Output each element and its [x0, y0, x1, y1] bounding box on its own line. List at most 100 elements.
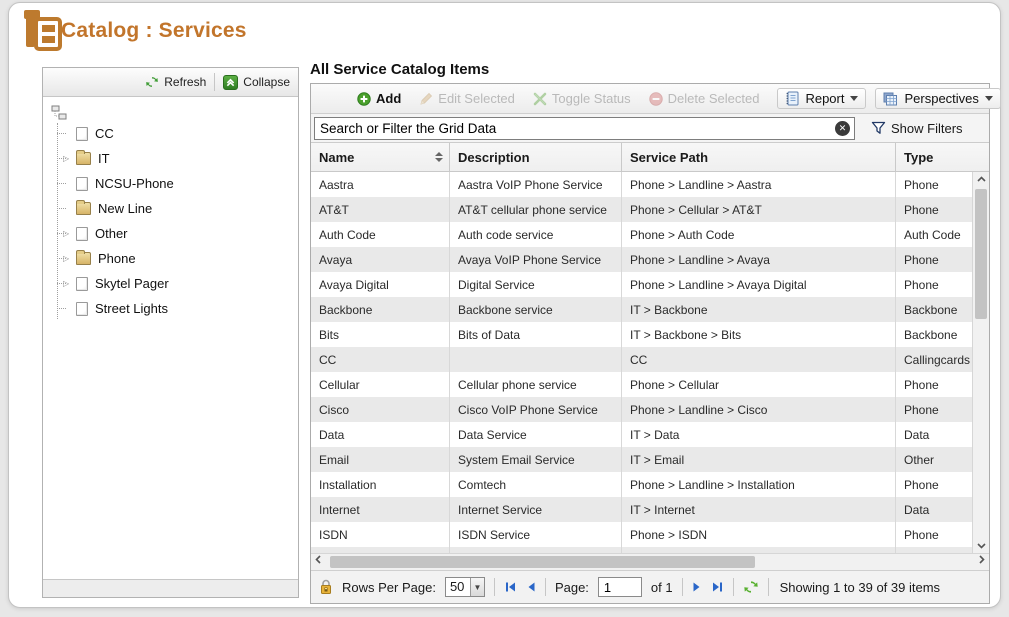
- cell-name: Cellular: [311, 372, 450, 397]
- clear-search-icon[interactable]: ✕: [835, 121, 850, 136]
- showing-items-label: Showing 1 to 39 of 39 items: [780, 580, 940, 595]
- cell-service-path: IT > Backbone: [622, 297, 896, 322]
- cell-type: Phone: [896, 522, 972, 547]
- report-icon: [785, 91, 799, 106]
- tree-item[interactable]: IT: [63, 146, 296, 171]
- add-icon: [357, 92, 371, 106]
- report-dropdown-button[interactable]: Report: [777, 88, 866, 109]
- column-header-description[interactable]: Description: [450, 143, 622, 171]
- edit-selected-label: Edit Selected: [438, 91, 515, 106]
- grid-header-row: Name Description Service Path Type: [311, 143, 989, 172]
- expander-icon[interactable]: [63, 230, 76, 238]
- search-row: ✕ Show Filters: [311, 114, 989, 143]
- tree-root-icon[interactable]: [51, 105, 67, 121]
- page-number-input[interactable]: [598, 577, 642, 597]
- next-page-button[interactable]: [692, 581, 702, 593]
- cell-name: Auth Code: [311, 222, 450, 247]
- table-row[interactable]: Installation Comtech Phone > Landline > …: [311, 472, 972, 497]
- cell-type: Phone: [896, 272, 972, 297]
- tree-item[interactable]: Phone: [63, 246, 296, 271]
- tree-node-icon: [76, 127, 88, 141]
- cell-service-path: IT > Data: [622, 422, 896, 447]
- refresh-icon: [145, 75, 159, 89]
- cell-name: Aastra: [311, 172, 450, 197]
- toggle-status-icon: [533, 92, 547, 106]
- tree-node-icon: [76, 277, 88, 291]
- expander-icon[interactable]: [63, 155, 76, 163]
- cell-description: Internet Service: [450, 497, 622, 522]
- delete-selected-button[interactable]: Delete Selected: [649, 91, 760, 106]
- cell-name: Cisco: [311, 397, 450, 422]
- toolbar-divider: [214, 73, 215, 91]
- scroll-right-icon[interactable]: [979, 555, 985, 564]
- tree-item[interactable]: New Line: [63, 196, 296, 221]
- tree-item[interactable]: Other: [63, 221, 296, 246]
- grid-rows-list: Aastra Aastra VoIP Phone Service Phone >…: [311, 172, 972, 553]
- tree-body: CC IT NCSU-Phone New Line Other Phone Sk…: [43, 97, 298, 579]
- cell-service-path: Phone > Landline > Cisco: [622, 397, 896, 422]
- grid-container: Add Edit Selected: [310, 83, 990, 604]
- tree-item[interactable]: CC: [63, 121, 296, 146]
- cell-service-path: Phone > Landline > Aastra: [622, 172, 896, 197]
- last-page-button[interactable]: [711, 581, 724, 593]
- table-row[interactable]: ISDN ISDN Service Phone > ISDN Phone: [311, 522, 972, 547]
- table-row[interactable]: Data Data Service IT > Data Data: [311, 422, 972, 447]
- column-header-description-label: Description: [458, 150, 530, 165]
- table-row[interactable]: Bits Bits of Data IT > Backbone > Bits B…: [311, 322, 972, 347]
- column-header-name[interactable]: Name: [311, 143, 450, 171]
- table-row[interactable]: AT&T AT&T cellular phone service Phone >…: [311, 197, 972, 222]
- horizontal-scrollbar[interactable]: [311, 553, 989, 570]
- horizontal-scrollbar-thumb[interactable]: [330, 556, 755, 568]
- grid-title: All Service Catalog Items: [310, 61, 489, 78]
- table-row[interactable]: Email System Email Service IT > Email Ot…: [311, 447, 972, 472]
- cell-name: CC: [311, 347, 450, 372]
- refresh-grid-button[interactable]: [743, 579, 759, 595]
- add-button[interactable]: Add: [357, 91, 401, 106]
- pagination-footer: Rows Per Page: 50 ▼ Page: of 1: [311, 570, 989, 603]
- tree-item[interactable]: NCSU-Phone: [63, 171, 296, 196]
- tree-item[interactable]: Street Lights: [63, 296, 296, 321]
- perspectives-dropdown-button[interactable]: Perspectives: [875, 88, 1000, 109]
- cell-type: Auth Code: [896, 222, 972, 247]
- scroll-up-icon[interactable]: [973, 176, 989, 182]
- cell-type: Phone: [896, 247, 972, 272]
- cell-name: Internet: [311, 497, 450, 522]
- cell-name: Avaya Digital: [311, 272, 450, 297]
- table-row[interactable]: Aastra Aastra VoIP Phone Service Phone >…: [311, 172, 972, 197]
- cell-description: Comtech: [450, 472, 622, 497]
- first-page-button[interactable]: [504, 581, 517, 593]
- table-row[interactable]: Cisco Cisco VoIP Phone Service Phone > L…: [311, 397, 972, 422]
- refresh-button[interactable]: Refresh: [145, 75, 206, 89]
- edit-selected-button[interactable]: Edit Selected: [419, 91, 515, 106]
- scroll-down-icon[interactable]: [973, 543, 989, 549]
- table-row[interactable]: Internet Internet Service IT > Internet …: [311, 497, 972, 522]
- tree-item[interactable]: Skytel Pager: [63, 271, 296, 296]
- table-row[interactable]: Avaya Digital Digital Service Phone > La…: [311, 272, 972, 297]
- cell-type: Data: [896, 497, 972, 522]
- grid-search-input[interactable]: [314, 117, 855, 140]
- vertical-scrollbar[interactable]: [972, 172, 989, 553]
- show-filters-button[interactable]: Show Filters: [871, 121, 963, 136]
- table-row[interactable]: CC CC Callingcards: [311, 347, 972, 372]
- tree-item-label: Phone: [98, 251, 136, 266]
- cell-name: ISDN: [311, 522, 450, 547]
- sort-icon[interactable]: [435, 152, 443, 162]
- cell-type: Phone: [896, 372, 972, 397]
- table-row[interactable]: Cellular Cellular phone service Phone > …: [311, 372, 972, 397]
- cell-name: Avaya: [311, 247, 450, 272]
- category-tree-panel: Refresh Collapse: [42, 67, 299, 598]
- table-row[interactable]: Auth Code Auth code service Phone > Auth…: [311, 222, 972, 247]
- expander-icon[interactable]: [63, 255, 76, 263]
- page-of-label: of 1: [651, 580, 673, 595]
- column-header-type[interactable]: Type: [896, 143, 989, 171]
- collapse-button[interactable]: Collapse: [223, 75, 290, 90]
- column-header-service-path[interactable]: Service Path: [622, 143, 896, 171]
- scroll-left-icon[interactable]: [315, 555, 321, 564]
- table-row[interactable]: Avaya Avaya VoIP Phone Service Phone > L…: [311, 247, 972, 272]
- table-row[interactable]: Backbone Backbone service IT > Backbone …: [311, 297, 972, 322]
- vertical-scrollbar-thumb[interactable]: [975, 189, 987, 319]
- rows-per-page-select[interactable]: 50 ▼: [445, 577, 485, 597]
- expander-icon[interactable]: [63, 280, 76, 288]
- toggle-status-button[interactable]: Toggle Status: [533, 91, 631, 106]
- previous-page-button[interactable]: [526, 581, 536, 593]
